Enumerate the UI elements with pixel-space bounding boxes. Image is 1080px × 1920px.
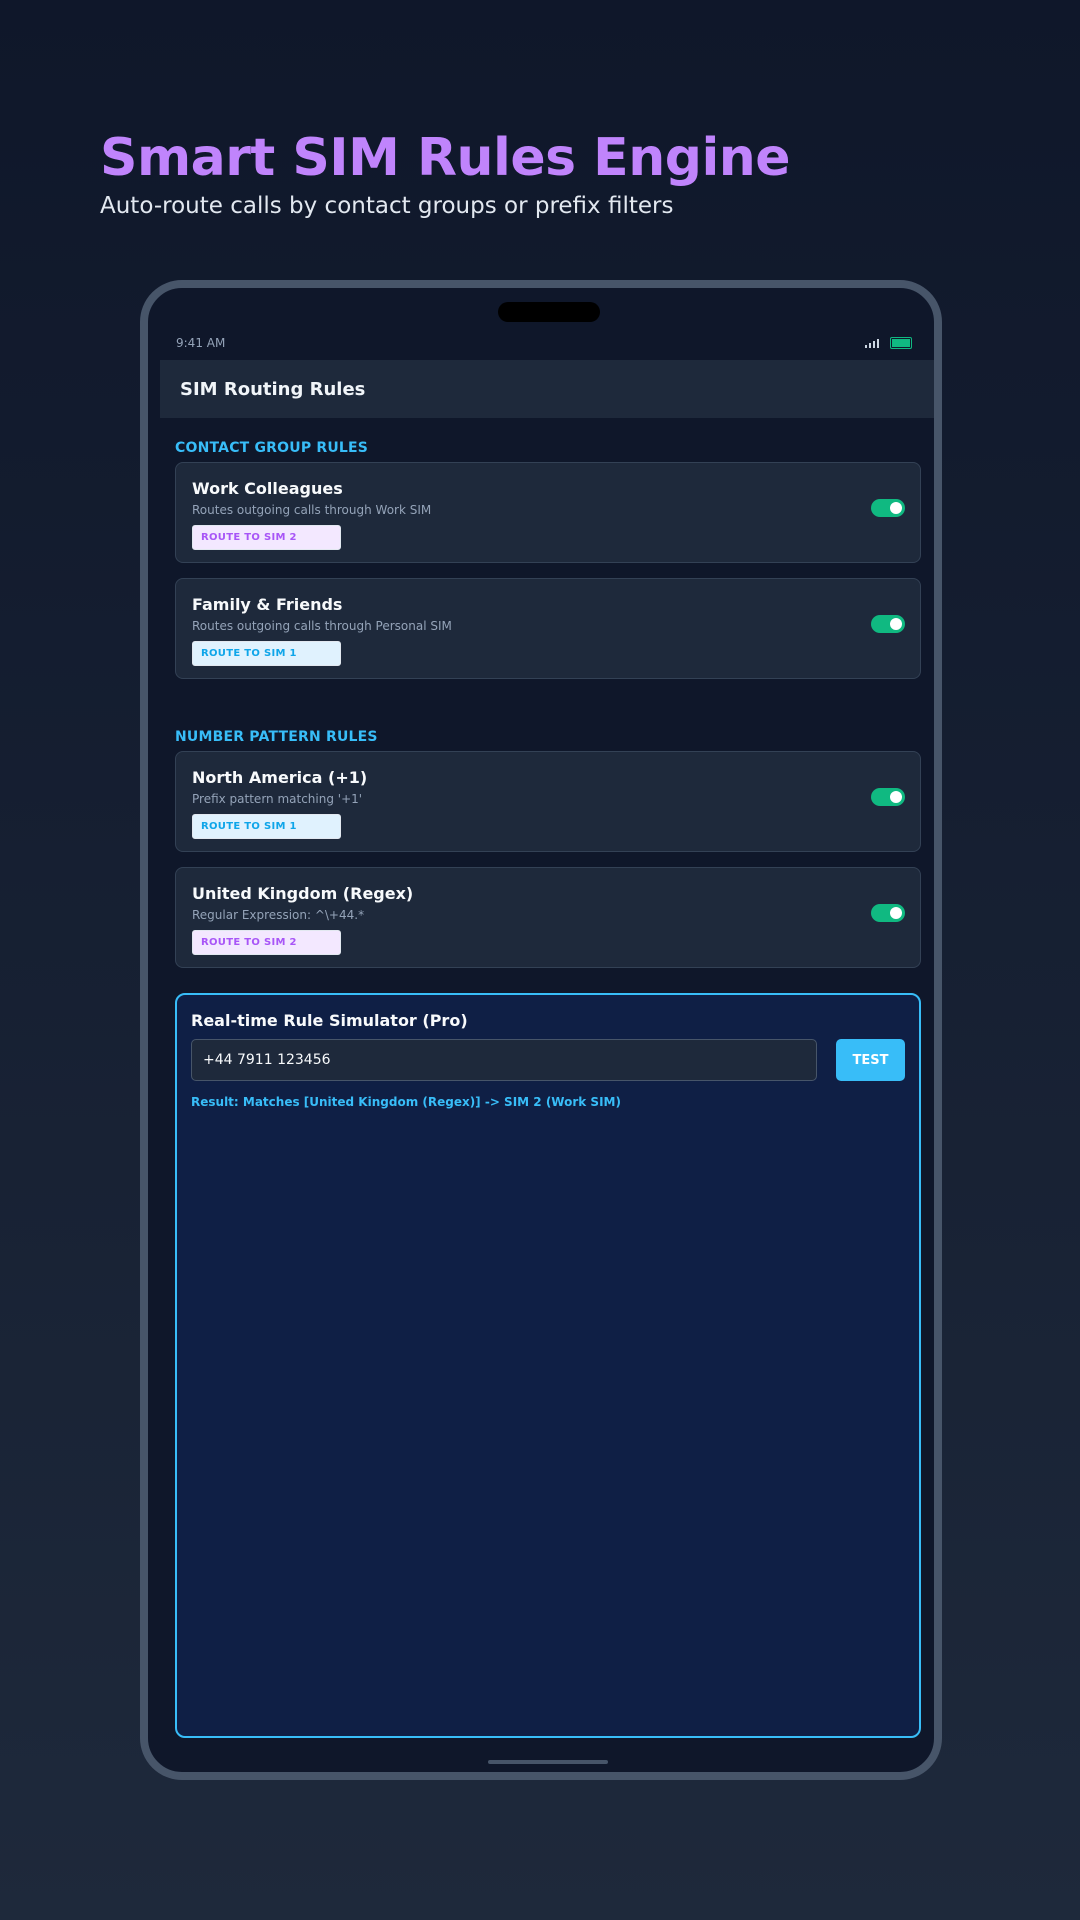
rule-description: Regular Expression: ^\+44.* [192, 908, 365, 922]
rule-toggle-united-kingdom[interactable] [871, 904, 905, 922]
rule-description: Routes outgoing calls through Work SIM [192, 503, 432, 517]
route-badge: ROUTE TO SIM 1 [192, 641, 341, 666]
test-button[interactable]: TEST [836, 1039, 905, 1081]
rule-description: Routes outgoing calls through Personal S… [192, 619, 452, 633]
rule-toggle-family-friends[interactable] [871, 615, 905, 633]
home-indicator[interactable] [488, 1760, 608, 1764]
section-title-number-patterns: NUMBER PATTERN RULES [175, 729, 378, 745]
rule-card-work-colleagues[interactable]: Work Colleagues Routes outgoing calls th… [175, 462, 921, 563]
simulator-result: Result: Matches [United Kingdom (Regex)]… [191, 1095, 621, 1109]
hero-title: Smart SIM Rules Engine [100, 128, 791, 188]
simulator-input-row: TEST [191, 1039, 905, 1081]
app-bar: SIM Routing Rules [160, 360, 934, 418]
rule-name: United Kingdom (Regex) [192, 884, 414, 903]
section-title-contact-groups: CONTACT GROUP RULES [175, 440, 369, 456]
status-bar: 9:41 AM [148, 336, 934, 356]
rule-name: North America (+1) [192, 768, 368, 787]
rule-card-united-kingdom[interactable]: United Kingdom (Regex) Regular Expressio… [175, 867, 921, 968]
simulator-title: Real-time Rule Simulator (Pro) [191, 1011, 468, 1030]
app-bar-title: SIM Routing Rules [180, 378, 366, 400]
rule-card-north-america[interactable]: North America (+1) Prefix pattern matchi… [175, 751, 921, 852]
rule-description: Prefix pattern matching '+1' [192, 792, 363, 806]
rule-card-family-friends[interactable]: Family & Friends Routes outgoing calls t… [175, 578, 921, 679]
camera-notch [498, 302, 600, 322]
rule-simulator-panel: Real-time Rule Simulator (Pro) TEST Resu… [175, 993, 921, 1738]
rule-toggle-work-colleagues[interactable] [871, 499, 905, 517]
route-badge: ROUTE TO SIM 1 [192, 814, 341, 839]
rules-content: CONTACT GROUP RULES Work Colleagues Rout… [175, 440, 921, 1738]
rule-name: Family & Friends [192, 595, 343, 614]
device-frame: 9:41 AM SIM Routing Rules CONTACT GROUP … [140, 280, 942, 1780]
rule-name: Work Colleagues [192, 479, 343, 498]
hero-subtitle: Auto-route calls by contact groups or pr… [100, 193, 674, 219]
battery-icon [890, 337, 912, 349]
signal-icon [865, 338, 879, 348]
status-time: 9:41 AM [176, 336, 226, 350]
route-badge: ROUTE TO SIM 2 [192, 930, 341, 955]
rule-toggle-north-america[interactable] [871, 788, 905, 806]
route-badge: ROUTE TO SIM 2 [192, 525, 341, 550]
phone-number-input[interactable] [191, 1039, 817, 1081]
